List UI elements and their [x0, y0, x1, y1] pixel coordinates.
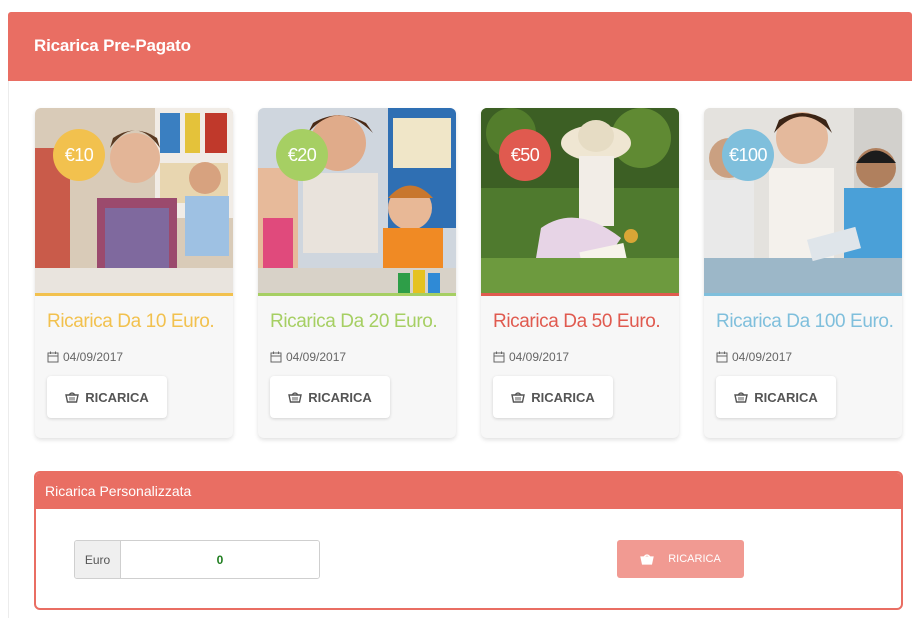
recharge-card-50: €50 Ricarica Da 50 Euro. 04/09/2017 RICA… — [481, 108, 679, 438]
recharge-card-100: €100 Ricarica Da 100 Euro. 04/09/2017 RI… — [704, 108, 902, 438]
amount-input[interactable] — [121, 541, 319, 578]
recharge-button-label: RICARICA — [308, 389, 372, 405]
calendar-icon — [270, 351, 282, 363]
card-stripe — [481, 293, 679, 296]
price-badge: €20 — [276, 129, 328, 181]
card-date-text: 04/09/2017 — [509, 350, 570, 364]
card-photo: €10 — [35, 108, 233, 293]
panel-title: Ricarica Pre-Pagato — [34, 36, 191, 55]
card-date: 04/09/2017 — [270, 350, 346, 364]
basket-icon — [511, 392, 526, 403]
recharge-card-10: €10 Ricarica Da 10 Euro. 04/09/2017 RICA… — [35, 108, 233, 438]
price-badge: €100 — [722, 129, 774, 181]
custom-recharge-title: Ricarica Personalizzata — [36, 473, 901, 509]
recharge-button-10[interactable]: RICARICA — [47, 376, 167, 418]
card-stripe — [35, 293, 233, 296]
card-photo: €100 — [704, 108, 902, 293]
basket-icon — [288, 392, 303, 403]
card-title: Ricarica Da 100 Euro. — [716, 311, 894, 332]
price-badge: €10 — [53, 129, 105, 181]
panel-header: Ricarica Pre-Pagato — [8, 12, 912, 81]
recharge-button-label: RICARICA — [754, 389, 818, 405]
card-title: Ricarica Da 50 Euro. — [493, 311, 661, 332]
card-date-text: 04/09/2017 — [63, 350, 124, 364]
basket-icon — [734, 392, 749, 403]
recharge-button-50[interactable]: RICARICA — [493, 376, 613, 418]
amount-input-group: Euro — [74, 540, 320, 579]
card-photo: €20 — [258, 108, 456, 293]
recharge-button-label: RICARICA — [531, 389, 595, 405]
card-photo: €50 — [481, 108, 679, 293]
card-title: Ricarica Da 10 Euro. — [47, 311, 215, 332]
recharge-button-20[interactable]: RICARICA — [270, 376, 390, 418]
custom-recharge-button[interactable]: RICARICA — [617, 540, 744, 578]
panel-body-border — [8, 81, 9, 618]
card-date: 04/09/2017 — [47, 350, 123, 364]
recharge-button-label: RICARICA — [85, 389, 149, 405]
card-stripe — [258, 293, 456, 296]
card-date-text: 04/09/2017 — [286, 350, 347, 364]
currency-addon: Euro — [75, 541, 121, 578]
calendar-icon — [716, 351, 728, 363]
custom-recharge-panel: Ricarica Personalizzata Euro RICARICA — [34, 471, 903, 610]
price-badge: €50 — [499, 129, 551, 181]
card-date: 04/09/2017 — [493, 350, 569, 364]
calendar-icon — [493, 351, 505, 363]
custom-recharge-button-label: RICARICA — [668, 553, 721, 565]
card-stripe — [704, 293, 902, 296]
basket-icon — [640, 554, 654, 565]
card-date: 04/09/2017 — [716, 350, 792, 364]
basket-icon — [65, 392, 80, 403]
recharge-card-20: €20 Ricarica Da 20 Euro. 04/09/2017 RICA… — [258, 108, 456, 438]
card-date-text: 04/09/2017 — [732, 350, 793, 364]
recharge-button-100[interactable]: RICARICA — [716, 376, 836, 418]
card-title: Ricarica Da 20 Euro. — [270, 311, 438, 332]
calendar-icon — [47, 351, 59, 363]
